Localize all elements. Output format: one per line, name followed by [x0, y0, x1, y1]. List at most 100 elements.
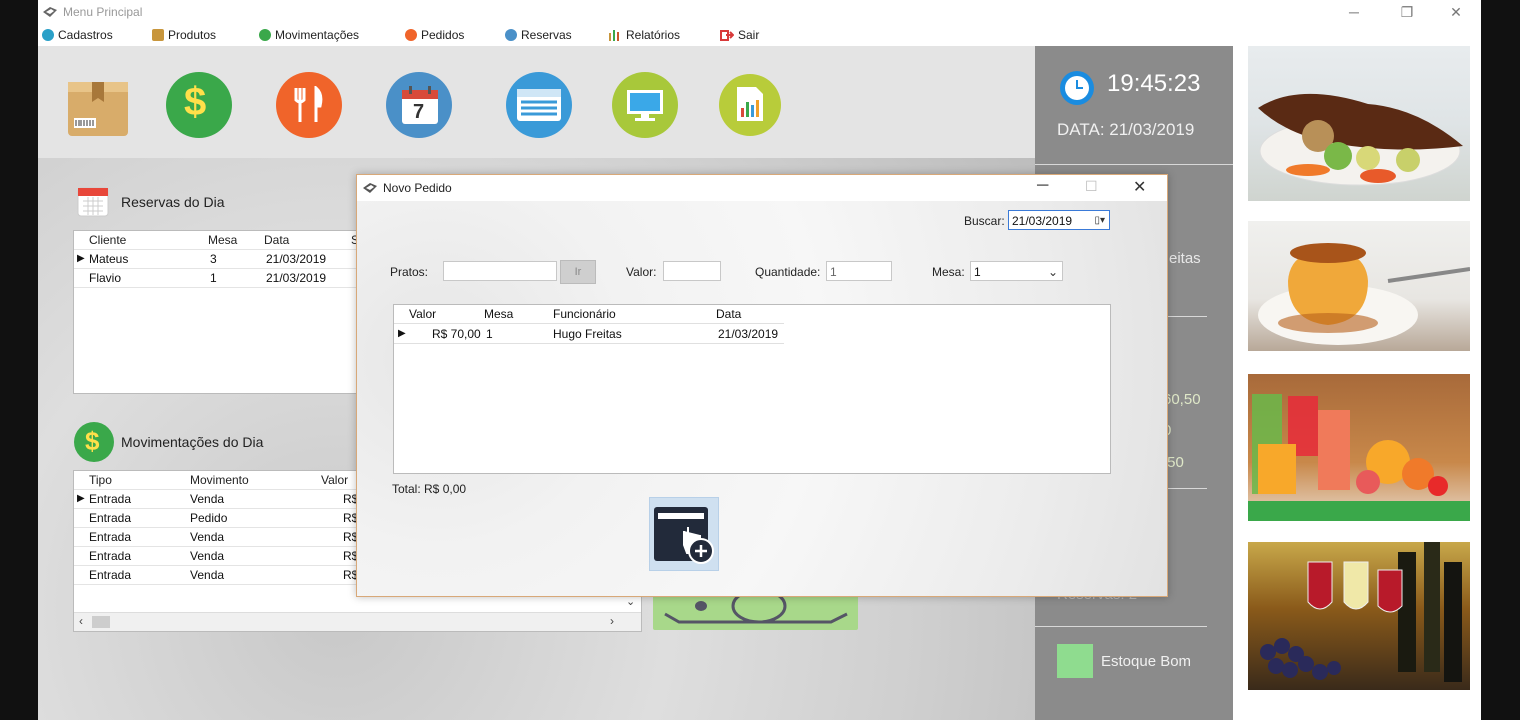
money-button[interactable] [653, 592, 858, 630]
add-pedido-button[interactable] [649, 497, 719, 571]
dialog-close-button[interactable]: ✕ [1133, 177, 1146, 197]
dollar-icon [259, 29, 271, 41]
pedidos-grid[interactable]: Valor Mesa Funcionário Data ▶ R$ 70,00 1… [393, 304, 1111, 474]
window-title: Menu Principal [63, 5, 143, 19]
cutlery-icon [294, 86, 323, 122]
valor-input[interactable] [663, 261, 721, 281]
table-cell: 21/03/2019 [266, 252, 327, 266]
mesa-select[interactable]: 1 ⌄ [970, 261, 1063, 281]
monitor-icon [627, 90, 663, 121]
quantidade-input[interactable]: 1 [826, 261, 892, 281]
column-header[interactable]: Valor [409, 305, 436, 323]
novo-pedido-dialog: Novo Pedido ─ ☐ ✕ Buscar: 21/03/2019 ▯▾ … [356, 174, 1168, 597]
table-cell: Entrada [89, 568, 132, 582]
menu-relatorios[interactable]: Relatórios [608, 27, 680, 43]
clock-icon [1060, 71, 1094, 105]
dialog-title: Novo Pedido [383, 181, 452, 195]
dialog-title-bar: Novo Pedido ─ ☐ ✕ [357, 175, 1167, 201]
column-header[interactable]: Valor [321, 471, 348, 489]
table-cell: Venda [190, 492, 225, 506]
dialog-minimize-button[interactable]: ─ [1037, 177, 1048, 195]
photo-wines [1248, 542, 1470, 690]
row-selector-icon: ▶ [398, 328, 406, 339]
horizontal-scrollbar[interactable]: ‹ › [74, 612, 641, 631]
row-selector-icon: ▶ [77, 493, 85, 504]
pratos-input[interactable] [443, 261, 557, 281]
title-bar: Menu Principal ─ ❐ ✕ [38, 0, 1481, 24]
column-header[interactable]: Funcionário [553, 305, 616, 323]
menu-cadastros[interactable]: Cadastros [42, 27, 113, 43]
restore-button[interactable]: ❐ [1392, 2, 1422, 22]
column-header[interactable]: Mesa [484, 305, 513, 323]
calendar-day: 7 [413, 101, 425, 123]
reservas-button[interactable]: 7 [386, 72, 452, 138]
column-header[interactable]: Data [264, 231, 289, 249]
column-header[interactable]: Data [716, 305, 741, 323]
package-icon[interactable] [66, 76, 130, 138]
table-cell: 1 [210, 271, 217, 285]
reservas-title: Reservas do Dia [121, 194, 225, 210]
table-cell: Entrada [89, 511, 132, 525]
report-icon [737, 87, 763, 121]
table-cell: Entrada [89, 492, 132, 506]
photo-roast-meat [1248, 46, 1470, 201]
dialog-maximize-button[interactable]: ☐ [1085, 178, 1098, 195]
photo-pudding [1248, 221, 1470, 351]
estoque-status-label: Estoque Bom [1101, 653, 1192, 670]
table-cell: Entrada [89, 530, 132, 544]
pedidos-button[interactable] [276, 72, 342, 138]
exit-icon [720, 30, 734, 41]
menu-movimentacoes[interactable]: Movimentações [259, 27, 359, 43]
close-button[interactable]: ✕ [1441, 2, 1471, 22]
photo-juices [1248, 374, 1470, 521]
scroll-left-icon[interactable]: ‹ [79, 614, 83, 628]
calendar-icon [505, 29, 517, 41]
row-selector-icon: ▶ [77, 253, 85, 264]
table-cell: Pedido [190, 511, 228, 525]
scroll-right-icon[interactable]: › [610, 614, 614, 628]
dialog-body: Buscar: 21/03/2019 ▯▾ Pratos: Ir Valor: … [357, 201, 1167, 596]
minimize-button[interactable]: ─ [1339, 2, 1369, 22]
calendar-dropdown-icon[interactable]: ▯▾ [1094, 211, 1105, 231]
add-order-icon [654, 507, 714, 564]
menu-pedidos[interactable]: Pedidos [405, 27, 464, 43]
chevron-down-icon[interactable]: ⌄ [1048, 262, 1058, 282]
reservas-grid[interactable]: Cliente Mesa Data S ▶ Mateus 3 21/03/201… [73, 230, 375, 394]
value-partial: 60,50 [1163, 391, 1201, 408]
column-header[interactable]: Tipo [89, 471, 112, 489]
table-cell: 21/03/2019 [718, 327, 779, 341]
employee-name-partial: eitas [1169, 250, 1201, 267]
table-cell: Entrada [89, 549, 132, 563]
table-cell: Hugo Freitas [553, 327, 622, 341]
menu-produtos[interactable]: Produtos [152, 27, 216, 43]
pratos-label: Pratos: [390, 265, 429, 279]
calendar-icon [77, 187, 109, 217]
menu-sair[interactable]: Sair [720, 27, 759, 43]
valor-label: Valor: [626, 265, 657, 279]
current-date: DATA: 21/03/2019 [1057, 120, 1195, 139]
column-header[interactable]: Movimento [190, 471, 249, 489]
table-cell: Flavio [89, 271, 122, 285]
relatorios-button[interactable] [719, 74, 781, 136]
table-cell: Venda [190, 530, 225, 544]
circle-icon [42, 29, 54, 41]
estoque-status-indicator [1057, 644, 1093, 678]
movimentacoes-button[interactable]: $ [166, 72, 232, 138]
cadastros-button[interactable] [506, 72, 572, 138]
monitor-button[interactable] [612, 72, 678, 138]
table-cell: 3 [210, 252, 217, 266]
clock-time: 19:45:23 [1107, 70, 1201, 97]
column-header[interactable]: Cliente [89, 231, 126, 249]
buscar-label: Buscar: [964, 214, 1005, 228]
ir-button[interactable]: Ir [560, 260, 596, 284]
cutlery-icon [405, 29, 417, 41]
scroll-thumb[interactable] [92, 616, 110, 628]
menu-reservas[interactable]: Reservas [505, 27, 572, 43]
column-header[interactable]: Mesa [208, 231, 237, 249]
mesa-label: Mesa: [932, 265, 965, 279]
buscar-date-picker[interactable]: 21/03/2019 ▯▾ [1008, 210, 1110, 230]
table-icon [517, 89, 561, 121]
photos-panel [1233, 24, 1481, 720]
toolbar: $ 7 [38, 46, 1035, 158]
total-label: Total: R$ 0,00 [392, 482, 467, 496]
